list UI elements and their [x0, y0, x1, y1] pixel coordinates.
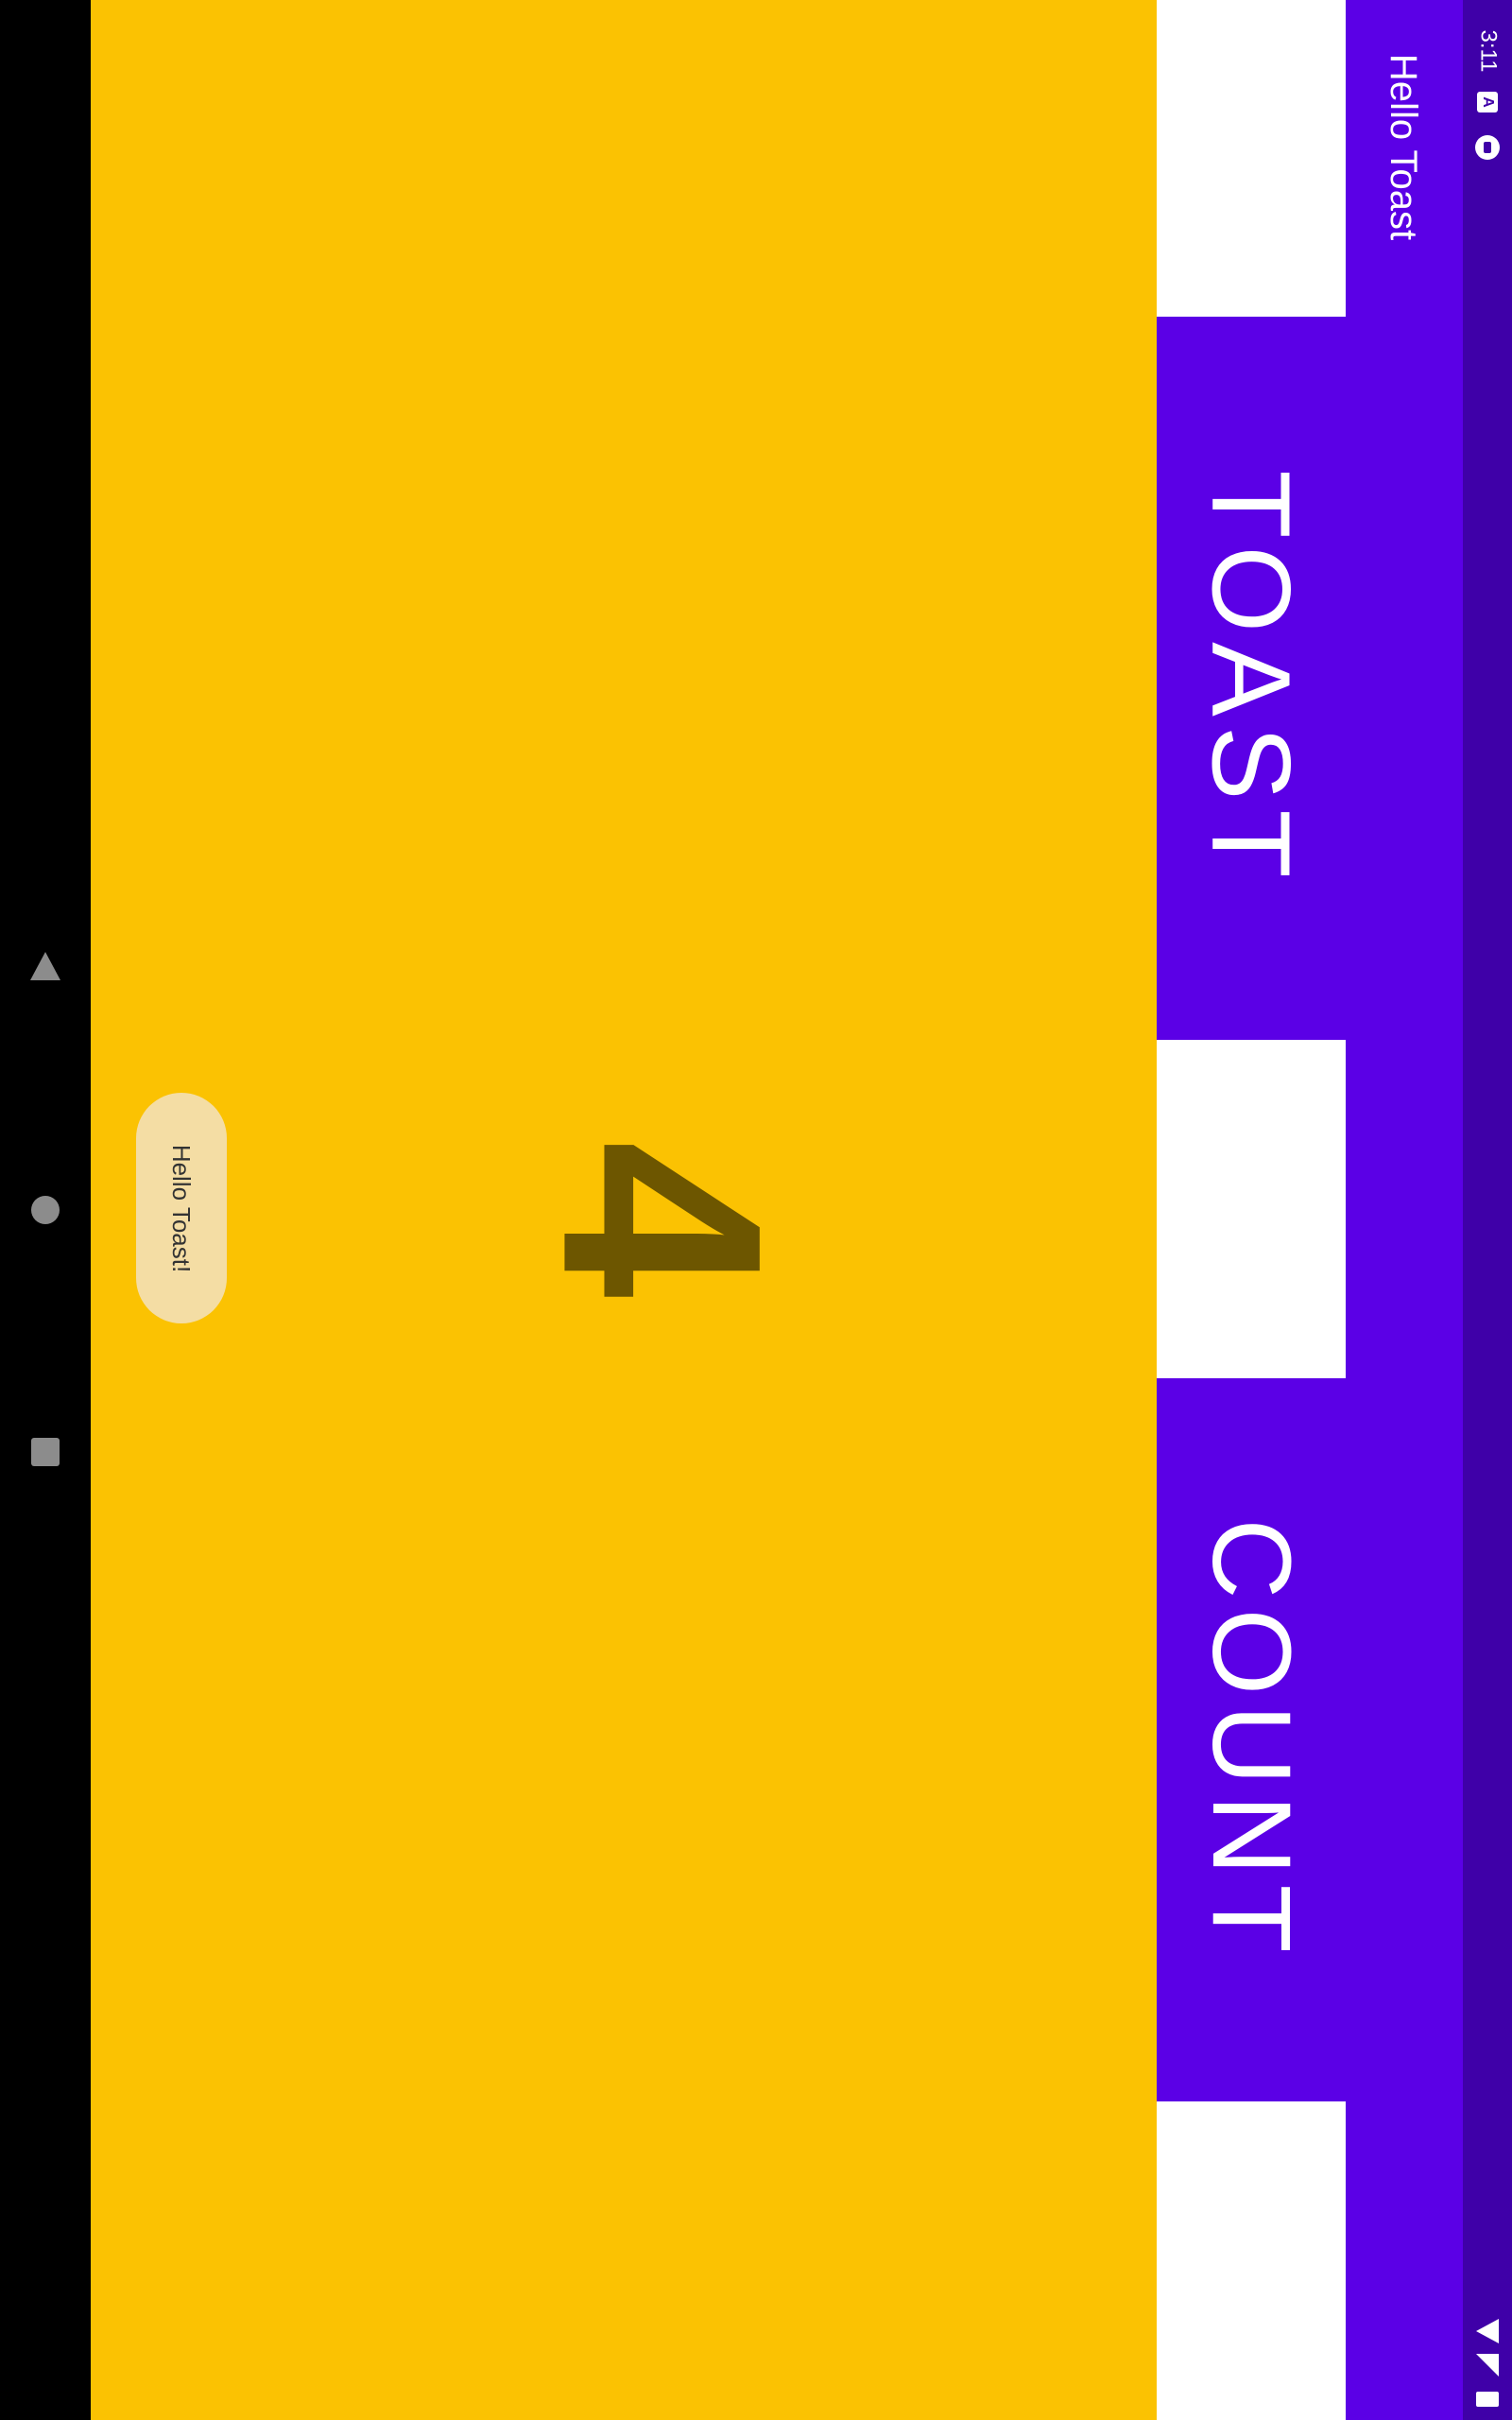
sync-icon	[1474, 134, 1501, 161]
toast-message-text: Hello Toast!	[167, 1144, 197, 1272]
signal-icon	[1474, 2352, 1501, 2378]
toast-button-label: TOAST	[1189, 469, 1314, 888]
count-display: 4	[450, 1078, 875, 1361]
toast-message: Hello Toast!	[136, 1093, 227, 1323]
a-notification-icon: A	[1474, 89, 1501, 115]
battery-icon	[1474, 2386, 1501, 2412]
back-icon[interactable]	[26, 947, 64, 985]
app-bar	[1346, 0, 1463, 2420]
toast-button[interactable]: TOAST	[1157, 317, 1346, 1040]
app-title: Hello Toast	[1351, 38, 1455, 255]
status-time-text: 3:11	[1475, 29, 1501, 73]
recents-icon[interactable]	[26, 1433, 64, 1471]
app-title-text: Hello Toast	[1383, 53, 1425, 240]
status-time: 3:11	[1467, 23, 1508, 79]
main-content: 4 Hello Toast!	[91, 0, 1157, 2420]
wifi-icon	[1474, 2318, 1501, 2344]
count-button[interactable]: COUNT	[1157, 1378, 1346, 2101]
home-icon[interactable]	[26, 1191, 64, 1229]
status-bar	[1463, 0, 1512, 2420]
count-value: 4	[503, 1140, 821, 1299]
count-button-label: COUNT	[1189, 1517, 1314, 1962]
